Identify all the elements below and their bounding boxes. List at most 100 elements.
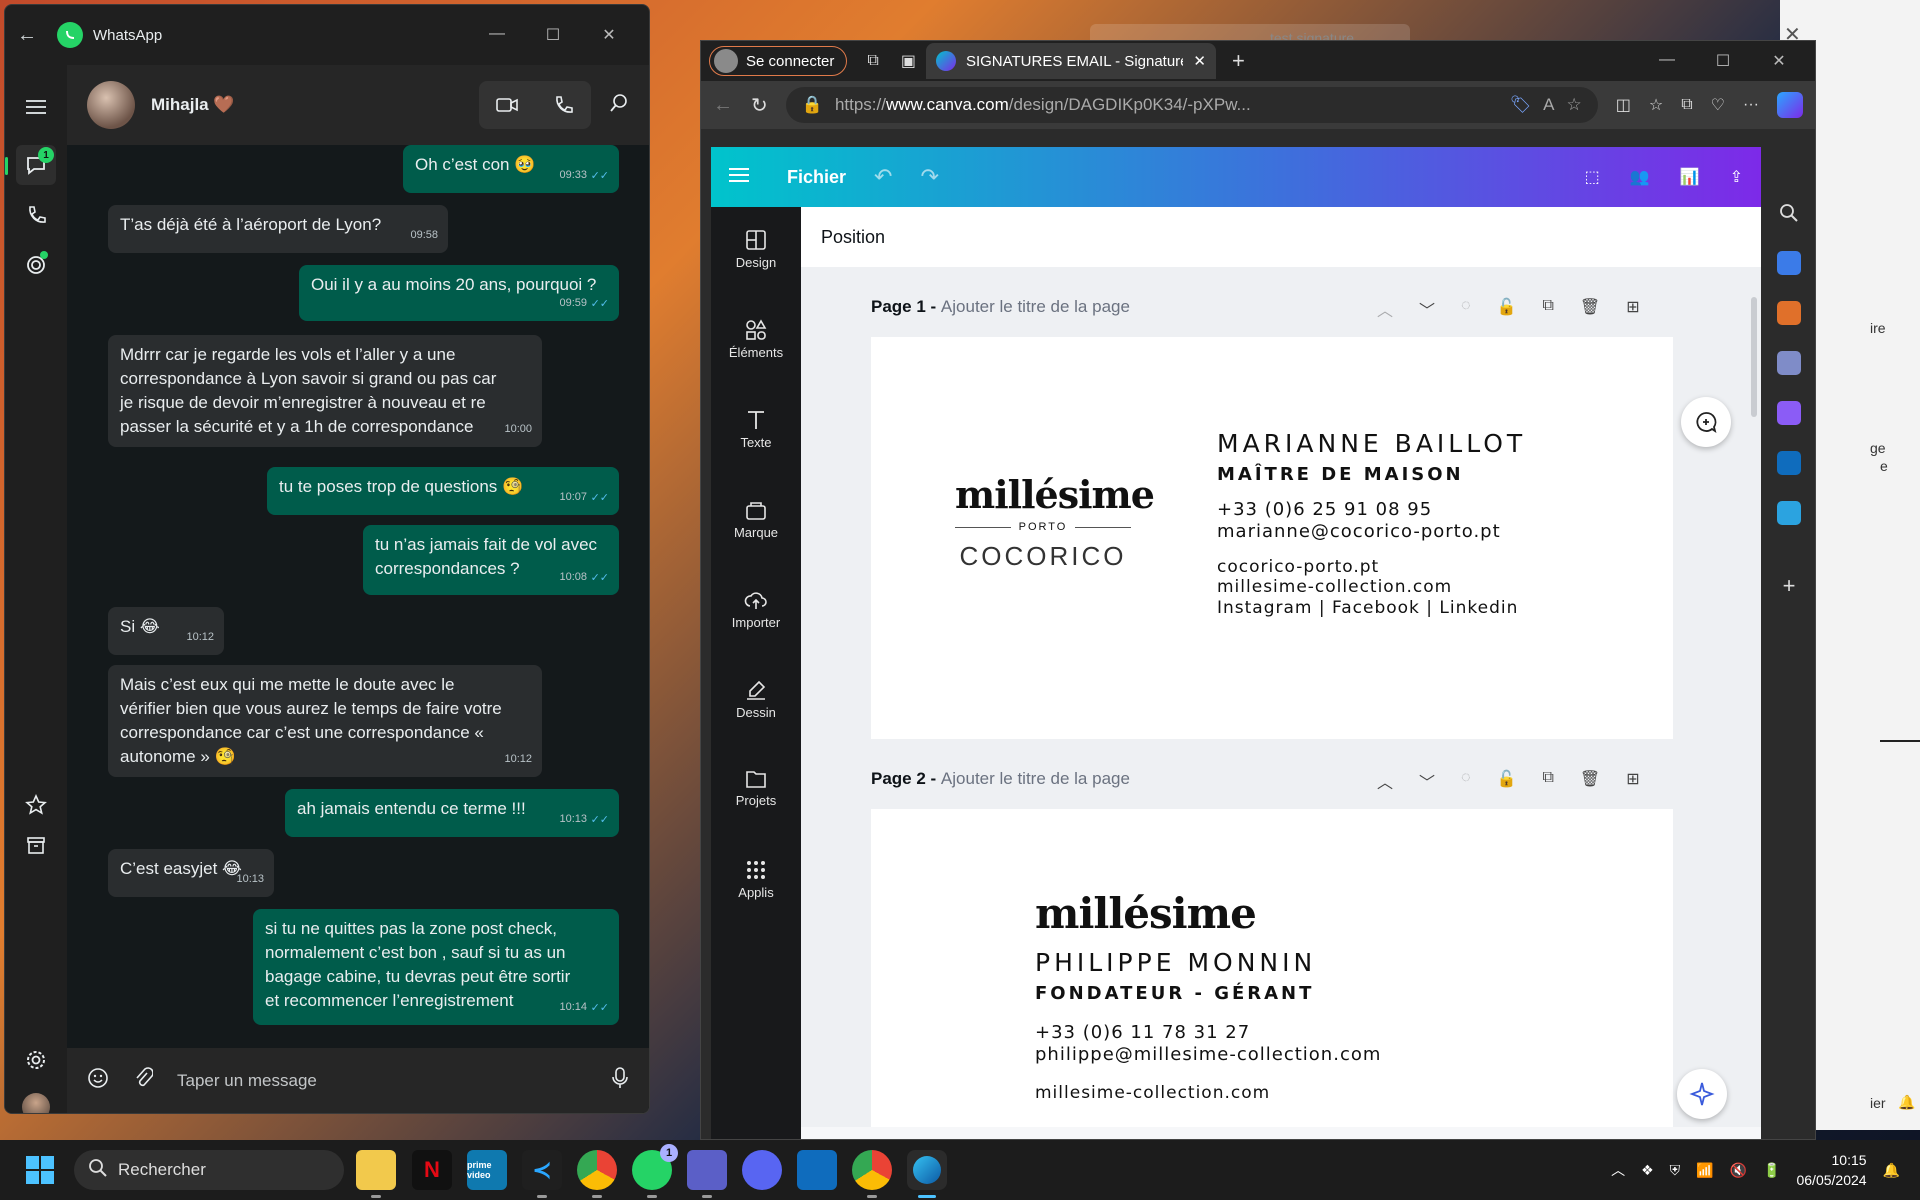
- add-icon[interactable]: +: [1777, 575, 1801, 599]
- message-bubble[interactable]: Oui il y a au moins 20 ans, pourquoi ? 0…: [299, 265, 619, 321]
- sidebar-item-text[interactable]: Texte: [711, 409, 801, 450]
- microphone-icon[interactable]: [611, 1067, 629, 1094]
- page-title-input[interactable]: Ajouter le titre de la page: [941, 769, 1130, 788]
- sidebar-item-projects[interactable]: Projets: [711, 769, 801, 808]
- tab-canva-signatures[interactable]: SIGNATURES EMAIL - Signature d ✕: [925, 43, 1216, 79]
- prime-video-icon[interactable]: prime video: [467, 1150, 507, 1190]
- split-screen-icon[interactable]: ◫: [1616, 95, 1631, 115]
- menu-icon[interactable]: [16, 87, 56, 127]
- starred-icon[interactable]: [16, 785, 56, 825]
- refresh-icon[interactable]: ↻: [751, 93, 768, 118]
- delete-icon[interactable]: 🗑: [1580, 297, 1600, 321]
- performance-icon[interactable]: ♡: [1711, 95, 1725, 115]
- undo-icon[interactable]: ↶: [874, 164, 892, 190]
- resize-icon[interactable]: ⬚: [1585, 167, 1600, 187]
- message-bubble[interactable]: tu te poses trop de questions 🧐 10:07 ✓✓: [267, 467, 619, 515]
- close-tab-icon[interactable]: ✕: [1193, 52, 1206, 70]
- coupon-icon[interactable]: 🏷: [1510, 95, 1532, 115]
- horizontal-scrollbar[interactable]: [801, 1127, 1761, 1139]
- archive-icon[interactable]: [16, 825, 56, 865]
- cocorico-logo[interactable]: millésime PORTO COCORICO: [955, 472, 1155, 572]
- clock[interactable]: 10:15 06/05/2024: [1796, 1150, 1866, 1190]
- contact-avatar[interactable]: [87, 81, 135, 129]
- file-explorer-icon[interactable]: [356, 1150, 396, 1190]
- message-bubble[interactable]: si tu ne quittes pas la zone post check,…: [253, 909, 619, 1025]
- add-comment-icon[interactable]: [1681, 397, 1731, 447]
- teams-icon[interactable]: [687, 1150, 727, 1190]
- signature-block-2[interactable]: millésime PHILIPPE MONNIN FONDATEUR - GÉ…: [1035, 889, 1381, 1104]
- lock-icon[interactable]: 🔓: [1497, 297, 1517, 321]
- message-bubble[interactable]: C’est easyjet 😂 10:13: [108, 849, 274, 897]
- duplicate-icon[interactable]: ⧉: [1542, 769, 1553, 793]
- vscode-icon[interactable]: ≺: [522, 1150, 562, 1190]
- signature-block-1[interactable]: MARIANNE BAILLOT MAÎTRE DE MAISON +33 (0…: [1217, 429, 1526, 619]
- redo-icon[interactable]: ↷: [920, 164, 938, 190]
- file-menu[interactable]: Fichier: [787, 167, 846, 188]
- settings-icon[interactable]: [16, 1040, 56, 1080]
- games-icon[interactable]: [1777, 351, 1801, 375]
- netflix-icon[interactable]: N: [412, 1150, 452, 1190]
- copilot-icon[interactable]: [1777, 92, 1803, 118]
- profile-avatar[interactable]: [16, 1087, 56, 1113]
- new-tab-icon[interactable]: +: [1232, 48, 1245, 74]
- message-bubble[interactable]: Mdrrr car je regarde les vols et l’aller…: [108, 335, 542, 447]
- send-icon[interactable]: [1777, 501, 1801, 525]
- message-bubble[interactable]: T’as déjà été à l’aéroport de Lyon? 09:5…: [108, 205, 448, 253]
- chats-icon[interactable]: 1: [16, 145, 56, 185]
- sidebar-item-draw[interactable]: Dessin: [711, 679, 801, 720]
- sidebar-item-upload[interactable]: Importer: [711, 589, 801, 630]
- move-down-icon[interactable]: ﹀: [1419, 769, 1435, 793]
- minimize-icon[interactable]: —: [469, 25, 525, 45]
- start-windows-icon[interactable]: [26, 1156, 54, 1189]
- copilot-side-icon[interactable]: [1777, 401, 1801, 425]
- chat-header[interactable]: Mihajla 🤎: [67, 65, 649, 145]
- chrome-profile-icon[interactable]: [852, 1150, 892, 1190]
- message-bubble[interactable]: Mais c’est eux qui me mette le doute ave…: [108, 665, 542, 777]
- search-icon[interactable]: [1777, 201, 1801, 225]
- collections-icon[interactable]: ⧉: [1681, 96, 1692, 114]
- emoji-icon[interactable]: [87, 1067, 109, 1094]
- maximize-icon[interactable]: ☐: [525, 25, 581, 45]
- message-bubble[interactable]: tu n’as jamais fait de vol avec correspo…: [363, 525, 619, 595]
- battery-icon[interactable]: 🔋: [1763, 1162, 1780, 1179]
- bell-icon[interactable]: 🔔: [1898, 1094, 1915, 1111]
- delete-icon[interactable]: 🗑: [1580, 769, 1600, 793]
- message-bubble[interactable]: ah jamais entendu ce terme !!! 10:13 ✓✓: [285, 789, 619, 837]
- message-bubble[interactable]: Oh c’est con 🥹 09:33 ✓✓: [403, 145, 619, 193]
- close-icon[interactable]: ✕: [1751, 51, 1807, 71]
- sign-in-button[interactable]: Se connecter: [709, 46, 848, 76]
- tab-actions-icon[interactable]: ▣: [901, 51, 916, 71]
- move-down-icon[interactable]: ﹀: [1419, 297, 1435, 321]
- chrome-icon[interactable]: [577, 1150, 617, 1190]
- video-call-icon[interactable]: [479, 81, 535, 129]
- favorite-star-icon[interactable]: ☆: [1567, 95, 1582, 115]
- favorites-icon[interactable]: ☆: [1649, 95, 1663, 115]
- vertical-scrollbar[interactable]: [1751, 297, 1757, 417]
- lock-icon[interactable]: 🔓: [1497, 769, 1517, 793]
- message-input[interactable]: Taper un message: [177, 1071, 587, 1091]
- page-1-canvas[interactable]: millésime PORTO COCORICO MARIANNE BAILLO…: [871, 337, 1673, 739]
- contact-name[interactable]: Mihajla 🤎: [151, 95, 479, 115]
- sidebar-item-design[interactable]: Design: [711, 229, 801, 270]
- notifications-icon[interactable]: 🔔: [1883, 1162, 1900, 1179]
- calls-icon[interactable]: [16, 195, 56, 235]
- back-arrow-icon[interactable]: ←: [713, 94, 733, 117]
- taskbar-search[interactable]: Rechercher: [74, 1150, 344, 1190]
- shopping-tag-icon[interactable]: [1777, 251, 1801, 275]
- address-bar[interactable]: 🔒 https://www.canva.com/design/DAGDIKp0K…: [785, 87, 1598, 123]
- volume-muted-icon[interactable]: 🔇: [1730, 1162, 1747, 1179]
- sidebar-item-brand[interactable]: Marque: [711, 499, 801, 540]
- message-bubble[interactable]: Si 😂 10:12: [108, 607, 224, 655]
- duplicate-icon[interactable]: ⧉: [1542, 297, 1553, 321]
- edge-icon[interactable]: [907, 1150, 947, 1190]
- close-icon[interactable]: ✕: [581, 25, 637, 45]
- voice-call-icon[interactable]: [535, 81, 591, 129]
- back-arrow-icon[interactable]: ←: [17, 24, 57, 47]
- whatsapp-taskbar-icon[interactable]: 1: [632, 1144, 678, 1190]
- status-icon[interactable]: [16, 245, 56, 285]
- search-icon[interactable]: [609, 93, 629, 118]
- add-page-icon[interactable]: ⊞: [1626, 297, 1639, 321]
- outlook-icon[interactable]: [1777, 451, 1801, 475]
- page-title-input[interactable]: Ajouter le titre de la page: [941, 297, 1130, 316]
- more-menu-icon[interactable]: ···: [1743, 96, 1759, 114]
